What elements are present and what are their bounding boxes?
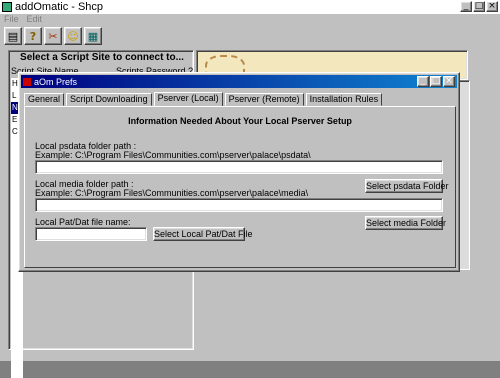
tab-script-downloading[interactable]: Script Downloading bbox=[66, 93, 152, 106]
tab-pserver-local[interactable]: Pserver (Local) bbox=[153, 92, 223, 107]
select-patdat-file-button[interactable]: Select Local Pat/Dat File bbox=[153, 227, 253, 241]
main-title-bar: addOmatic - Shcp _ □ × bbox=[0, 0, 500, 14]
dialog-app-icon bbox=[23, 77, 31, 86]
psdata-path-field[interactable] bbox=[35, 160, 443, 174]
dialog-title: aOm Prefs bbox=[34, 76, 78, 87]
media-path-field[interactable] bbox=[35, 198, 443, 212]
panel-heading: Information Needed About Your Local Pser… bbox=[128, 116, 352, 126]
tab-pserver-remote[interactable]: Pserver (Remote) bbox=[224, 93, 304, 106]
maximize-button[interactable]: □ bbox=[473, 1, 485, 12]
dialog-minimize-button[interactable]: _ bbox=[417, 76, 429, 87]
scripts-icon[interactable]: ▤ bbox=[4, 27, 22, 45]
toolbar: ▤ ? ✂ ☺ ▦ bbox=[4, 25, 102, 47]
select-media-folder-button[interactable]: Select media Folder bbox=[365, 216, 446, 230]
grid-icon[interactable]: ▦ bbox=[84, 27, 102, 45]
minimize-button[interactable]: _ bbox=[460, 1, 472, 12]
dialog-title-bar[interactable]: aOm Prefs _ □ × bbox=[21, 75, 457, 88]
menu-file[interactable]: File bbox=[4, 14, 19, 25]
close-button[interactable]: × bbox=[486, 1, 498, 12]
window-title: addOmatic - Shcp bbox=[15, 1, 104, 13]
main-window: addOmatic - Shcp _ □ × File Edit ▤ ? ✂ ☺… bbox=[0, 0, 500, 378]
patdat-file-field[interactable] bbox=[35, 227, 147, 241]
dialog-maximize-button[interactable]: □ bbox=[430, 76, 442, 87]
tab-installation-rules[interactable]: Installation Rules bbox=[305, 93, 383, 106]
select-psdata-folder-button[interactable]: Select psdata Folder bbox=[365, 179, 449, 193]
tab-general[interactable]: General bbox=[24, 93, 65, 106]
smile-icon[interactable]: ☺ bbox=[64, 27, 82, 45]
menu-bar: File Edit bbox=[0, 14, 500, 25]
pserver-local-panel: Information Needed About Your Local Pser… bbox=[24, 106, 456, 268]
dialog-close-button[interactable]: × bbox=[443, 76, 455, 87]
tab-strip: General Script Downloading Pserver (Loca… bbox=[24, 92, 384, 107]
menu-edit[interactable]: Edit bbox=[27, 14, 43, 25]
app-icon bbox=[2, 2, 12, 12]
script-site-heading: Select a Script Site to connect to... bbox=[20, 52, 184, 63]
help-icon[interactable]: ? bbox=[24, 27, 42, 45]
tools-icon[interactable]: ✂ bbox=[44, 27, 62, 45]
prefs-dialog: aOm Prefs _ □ × General Script Downloadi… bbox=[18, 72, 460, 272]
